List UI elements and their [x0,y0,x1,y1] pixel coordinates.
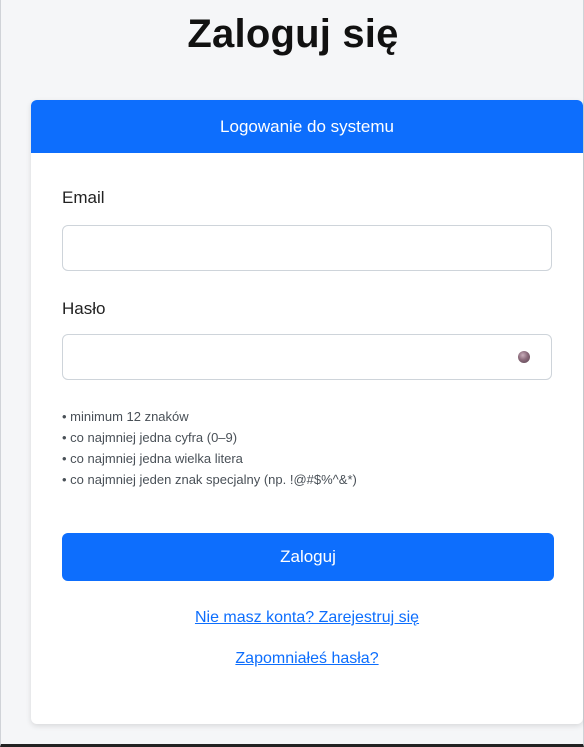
password-rules: minimum 12 znaków co najmniej jedna cyfr… [62,406,357,490]
password-field[interactable] [62,334,552,380]
login-card: Logowanie do systemu Email Hasło minimum… [31,100,583,724]
email-label: Email [62,188,105,207]
rule-item: co najmniej jedna cyfra (0–9) [62,427,357,448]
rule-item: co najmniej jedna wielka litera [62,448,357,469]
password-label: Hasło [62,299,106,318]
eye-icon[interactable] [518,351,530,363]
page-frame: Zaloguj się Logowanie do systemu Email H… [0,0,584,747]
rule-item: co najmniej jeden znak specjalny (np. !@… [62,469,357,490]
email-field[interactable] [62,225,552,271]
password-field-wrapper [62,334,552,380]
forgot-password-link[interactable]: Zapomniałeś hasła? [31,650,583,668]
login-button[interactable]: Zaloguj [62,533,554,581]
register-link[interactable]: Nie masz konta? Zarejestruj się [31,609,583,627]
card-header: Logowanie do systemu [31,100,583,153]
page-title: Zaloguj się [187,12,399,56]
rule-item: minimum 12 znaków [62,406,357,427]
